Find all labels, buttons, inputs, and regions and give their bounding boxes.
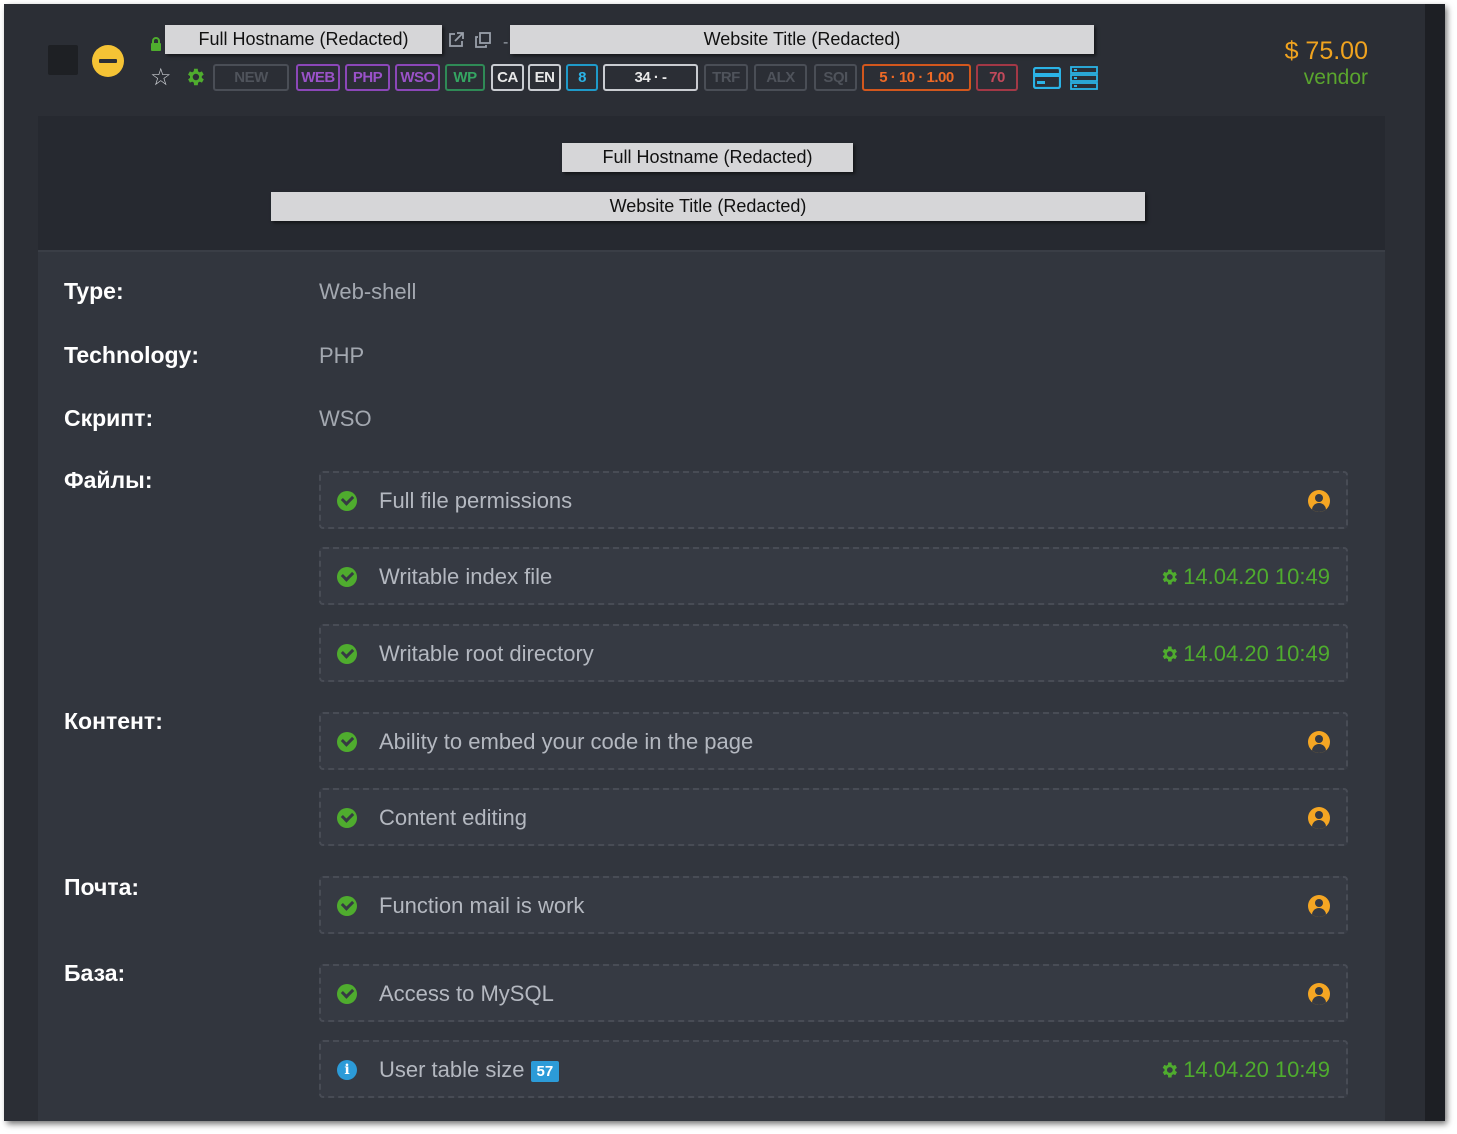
gear-icon[interactable] (184, 66, 206, 88)
feature-full-permissions: Full file permissions (319, 471, 1348, 529)
date-text: 14.04.20 10:49 (1183, 564, 1330, 589)
technology-value: PHP (319, 343, 365, 368)
external-link-icon[interactable] (447, 31, 465, 49)
right-edge-bar (1425, 4, 1445, 1121)
db-label: База: (64, 960, 126, 986)
feature-text: User table size 57 (379, 1057, 560, 1083)
date-text: 14.04.20 10:49 (1183, 641, 1330, 666)
gear-icon (1162, 646, 1178, 662)
feature-text: Writable index file (379, 564, 553, 589)
content-label: Контент: (64, 708, 163, 734)
seller-link[interactable]: vendor (1304, 66, 1368, 90)
feature-content-editing: Content editing (319, 788, 1348, 846)
checked-date: 14.04.20 10:49 (1159, 1057, 1330, 1083)
panel-header: Full Hostname (Redacted) Website Title (… (38, 116, 1385, 252)
feature-label: User table size (379, 1057, 525, 1082)
lock-icon (151, 37, 161, 51)
user-icon (1308, 895, 1330, 917)
checked-date: 14.04.20 10:49 (1159, 564, 1330, 590)
credit-card-icon[interactable] (1033, 67, 1061, 89)
feature-user-table: i User table size 57 14.04.20 10:49 (319, 1040, 1348, 1098)
user-icon (1308, 807, 1330, 829)
feature-text: Access to MySQL (379, 981, 554, 1006)
check-icon (337, 808, 357, 828)
favorite-star-icon[interactable]: ☆ (150, 66, 172, 90)
check-icon (337, 491, 357, 511)
server-icon[interactable] (1070, 66, 1098, 90)
type-label: Type: (64, 278, 124, 304)
feature-mysql: Access to MySQL (319, 964, 1348, 1022)
gear-icon (1162, 569, 1178, 585)
site-title: Website Title (Redacted) (510, 25, 1094, 54)
script-label: Скрипт: (64, 405, 154, 431)
check-icon (337, 896, 357, 916)
feature-text: Writable root directory (379, 641, 594, 666)
files-label: Файлы: (64, 467, 153, 493)
checked-date: 14.04.20 10:49 (1159, 641, 1330, 667)
user-icon (1308, 731, 1330, 753)
hostname-link[interactable]: Full Hostname (Redacted) (165, 25, 442, 54)
user-icon (1308, 983, 1330, 1005)
badge-score: 70 (976, 64, 1018, 91)
gear-icon (1162, 1062, 1178, 1078)
panel-site-title: Website Title (Redacted) (271, 192, 1145, 221)
feature-embed-code: Ability to embed your code in the page (319, 712, 1348, 770)
type-value: Web-shell (319, 279, 417, 304)
badge-ca: CA (491, 64, 524, 91)
feature-text: Function mail is work (379, 893, 585, 918)
badge-web: WEB (296, 64, 340, 91)
panel-hostname: Full Hostname (Redacted) (562, 143, 853, 172)
script-value: WSO (319, 406, 372, 431)
info-icon: i (337, 1060, 357, 1080)
mail-label: Почта: (64, 874, 140, 900)
feature-mail: Function mail is work (319, 876, 1348, 934)
badge-wp: WP (445, 64, 485, 91)
feature-writable-root: Writable root directory 14.04.20 10:49 (319, 624, 1348, 682)
check-icon (337, 732, 357, 752)
price: $ 75.00 (1284, 37, 1368, 65)
badge-php: PHP (345, 64, 390, 91)
badge-rank: 34 · - (603, 64, 698, 91)
badge-alx: ALX (754, 64, 807, 91)
badge-sqi: SQI (814, 64, 857, 91)
user-count-badge: 57 (530, 1060, 560, 1082)
user-icon (1308, 490, 1330, 512)
status-minus-icon[interactable] (92, 45, 124, 77)
feature-text: Full file permissions (379, 488, 573, 513)
feature-text: Ability to embed your code in the page (379, 729, 754, 754)
title-separator: - (503, 34, 509, 51)
badge-wso: WSO (395, 64, 440, 91)
check-icon (337, 644, 357, 664)
listing-window: Full Hostname (Redacted) - Website Title… (4, 4, 1444, 1121)
select-checkbox[interactable] (48, 45, 78, 75)
copy-icon[interactable] (474, 31, 492, 49)
feature-writable-index: Writable index file 14.04.20 10:49 (319, 547, 1348, 605)
technology-label: Technology: (64, 342, 200, 368)
feature-text: Content editing (379, 805, 527, 830)
date-text: 14.04.20 10:49 (1183, 1057, 1330, 1082)
badge-count: 8 (566, 64, 598, 91)
badge-en: EN (528, 64, 561, 91)
badge-stats: 5 · 10 · 1.00 (862, 64, 971, 91)
badge-trf: TRF (704, 64, 748, 91)
badge-new: NEW (213, 64, 289, 91)
check-icon (337, 567, 357, 587)
check-icon (337, 984, 357, 1004)
